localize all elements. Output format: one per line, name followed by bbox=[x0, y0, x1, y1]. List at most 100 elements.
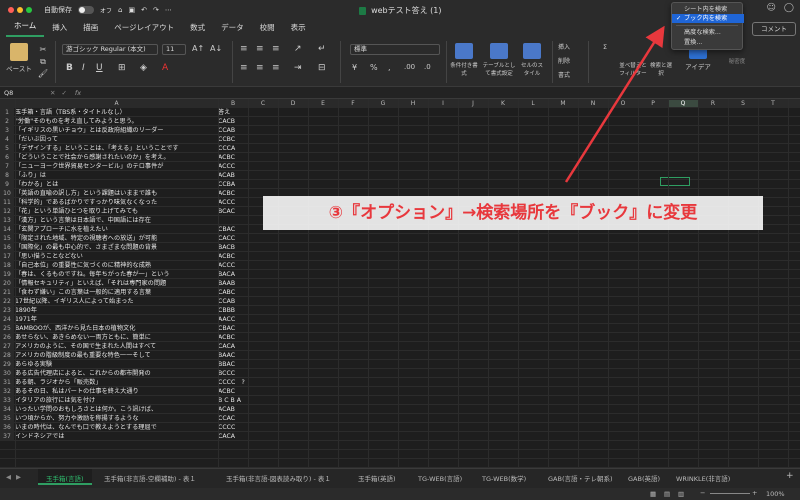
row-header[interactable]: 37 bbox=[0, 432, 14, 441]
zoom-out-icon[interactable]: − bbox=[700, 489, 705, 497]
cell-b[interactable]: BAAC bbox=[218, 351, 235, 360]
cell-b[interactable]: CCAC bbox=[218, 414, 235, 423]
cell-a[interactable]: ある広告代理店によると、これからの都市開発の bbox=[15, 369, 215, 378]
cut-icon[interactable]: ✂ bbox=[36, 45, 50, 54]
name-box[interactable]: Q8 bbox=[0, 89, 40, 97]
cell-b[interactable]: ACBC bbox=[218, 252, 235, 261]
cell-b[interactable]: ACAB bbox=[218, 171, 235, 180]
column-header-g[interactable]: G bbox=[368, 100, 398, 107]
column-header-d[interactable]: D bbox=[278, 100, 308, 107]
cell-b[interactable]: CCCC ? bbox=[218, 378, 245, 387]
cell-a[interactable]: イタリアの旅行には気を付け bbox=[15, 396, 215, 405]
cell-b[interactable]: BACB bbox=[218, 243, 235, 252]
save-icon[interactable]: ▣ bbox=[128, 6, 135, 14]
cell-a[interactable]: 17世紀以降、イギリス人によって始まった bbox=[15, 297, 215, 306]
cell-a[interactable]: 「漢方」という言葉は日本語で、中国語には存在 bbox=[15, 216, 215, 225]
menu-item-search-sheet[interactable]: シート内を検索 bbox=[672, 5, 744, 14]
row-header[interactable]: 25 bbox=[0, 324, 14, 333]
column-header-k[interactable]: K bbox=[488, 100, 518, 107]
cell-a[interactable]: いったい学問のおもしろさとは何か。こう訊けば、 bbox=[15, 405, 215, 414]
row-header[interactable]: 11 bbox=[0, 198, 14, 207]
cell-b[interactable]: BACA bbox=[218, 270, 235, 279]
spreadsheet-grid[interactable]: ABCDEFGHIJKLMNOPQRST 1 玉手箱・言語（TBS系・タイトルなし… bbox=[0, 99, 800, 468]
column-header-a[interactable]: A bbox=[15, 100, 218, 107]
cell-a[interactable]: 「だいぶ因って bbox=[15, 135, 215, 144]
cell-a[interactable]: 「デザインする」ということは、「考える」ということです bbox=[15, 144, 215, 153]
page-layout-view-icon[interactable]: ▤ bbox=[664, 490, 670, 498]
cell-a[interactable]: アメリカの階級制度の最も重要な特色一一そして bbox=[15, 351, 215, 360]
sheet-tab-8[interactable]: WRINKLE(非言語) bbox=[676, 473, 730, 483]
align-center-icon[interactable]: ≡ bbox=[256, 63, 264, 73]
cell-a[interactable]: 「ニューヨーク世界貿易センタービル」のテロ事件が bbox=[15, 162, 215, 171]
tab-view[interactable]: 表示 bbox=[283, 22, 314, 37]
column-header-i[interactable]: I bbox=[428, 100, 458, 107]
tab-review[interactable]: 校閲 bbox=[252, 22, 283, 37]
sheet-tab-1[interactable]: 玉手箱(非言語-空欄補助) - 表１ bbox=[104, 473, 196, 483]
account-icon[interactable]: ◯ bbox=[784, 3, 794, 13]
cell-b[interactable]: CBBB bbox=[218, 306, 235, 315]
page-break-view-icon[interactable]: ▥ bbox=[678, 490, 684, 498]
font-size-select[interactable]: 11 bbox=[162, 44, 186, 55]
cell-a[interactable]: あせらない、あきらめない一両方ともに、簡単に bbox=[15, 333, 215, 342]
add-sheet-icon[interactable]: + bbox=[786, 471, 794, 481]
row-header[interactable]: 5 bbox=[0, 144, 14, 153]
cell-b[interactable]: B C B A bbox=[218, 396, 241, 405]
column-header-h[interactable]: H bbox=[398, 100, 428, 107]
row-header[interactable]: 36 bbox=[0, 423, 14, 432]
row-header[interactable]: 20 bbox=[0, 279, 14, 288]
cell-a[interactable]: いまの時代は、なんでも口で教えようとする理屈で bbox=[15, 423, 215, 432]
format-cells-button[interactable]: 書式 bbox=[558, 70, 570, 79]
row-header[interactable]: 19 bbox=[0, 270, 14, 279]
row-header[interactable]: 31 bbox=[0, 378, 14, 387]
shrink-font-icon[interactable]: A↓ bbox=[210, 44, 222, 53]
cell-a[interactable]: アメリカのように、その国で生まれた人間はすべて bbox=[15, 342, 215, 351]
tab-draw[interactable]: 描画 bbox=[75, 22, 106, 37]
decrease-decimal-icon[interactable]: .0 bbox=[424, 63, 431, 71]
cell-b[interactable]: BBAC bbox=[218, 360, 235, 369]
cell-b[interactable]: CBAC bbox=[218, 225, 235, 234]
home-icon[interactable]: ⌂ bbox=[118, 6, 122, 14]
cell-a[interactable]: 「春は、くるものですね。毎年ちがった春が一」という bbox=[15, 270, 215, 279]
cell-b[interactable]: ACBC bbox=[218, 387, 235, 396]
row-header[interactable]: 30 bbox=[0, 369, 14, 378]
row-header[interactable]: 17 bbox=[0, 252, 14, 261]
cell-b[interactable]: ACCC bbox=[218, 261, 235, 270]
cell-a[interactable]: 「自己本位」の重要性に気づくのに精神的な成熟 bbox=[15, 261, 215, 270]
align-right-icon[interactable]: ≡ bbox=[272, 63, 280, 73]
row-header[interactable]: 10 bbox=[0, 189, 14, 198]
column-header-s[interactable]: S bbox=[728, 100, 758, 107]
menu-item-search-book[interactable]: ✓ ブック内を検索 bbox=[672, 14, 744, 23]
zoom-in-icon[interactable]: + bbox=[752, 489, 757, 497]
cell-a[interactable]: 「ふり」は bbox=[15, 171, 215, 180]
cell-b[interactable]: ACCC bbox=[218, 198, 235, 207]
row-header[interactable]: 22 bbox=[0, 297, 14, 306]
row-header[interactable]: 29 bbox=[0, 360, 14, 369]
row-header[interactable]: 3 bbox=[0, 126, 14, 135]
cell-a[interactable]: BAMBOOが、西洋から見た日本の植物文化 bbox=[15, 324, 215, 333]
cell-a[interactable]: 「限定された地域、特定の視聴者への放送」が可能 bbox=[15, 234, 215, 243]
prev-sheet-icon[interactable]: ◀ bbox=[6, 473, 11, 481]
column-header-t[interactable]: T bbox=[758, 100, 788, 107]
cell-a[interactable]: 「英語の直喩の訳し方」という課題はいままで誰も bbox=[15, 189, 215, 198]
align-top-icon[interactable]: ≡ bbox=[240, 44, 248, 54]
tab-page-layout[interactable]: ページレイアウト bbox=[106, 22, 182, 37]
column-header-q[interactable]: Q bbox=[668, 100, 698, 107]
cell-b[interactable]: CCBA bbox=[218, 180, 235, 189]
borders-icon[interactable]: ⊞ bbox=[118, 63, 126, 73]
cell-b[interactable]: CBAC bbox=[218, 324, 235, 333]
copy-icon[interactable]: ⧉ bbox=[36, 57, 50, 67]
row-header[interactable]: 23 bbox=[0, 306, 14, 315]
column-header-p[interactable]: P bbox=[638, 100, 668, 107]
cell-b[interactable]: CCBC bbox=[218, 135, 235, 144]
orientation-icon[interactable]: ↗ bbox=[294, 44, 302, 54]
italic-icon[interactable]: I bbox=[82, 63, 85, 73]
row-header[interactable]: 28 bbox=[0, 351, 14, 360]
cell-a[interactable]: あるその日、私はパートの仕事を終え大通り bbox=[15, 387, 215, 396]
row-header[interactable]: 16 bbox=[0, 243, 14, 252]
zoom-slider[interactable] bbox=[710, 493, 750, 494]
underline-icon[interactable]: U bbox=[96, 63, 103, 73]
cell-a[interactable]: いつ頃からか、努力や激励を称揚するような bbox=[15, 414, 215, 423]
row-header[interactable]: 33 bbox=[0, 396, 14, 405]
cell-a[interactable]: 1971年 bbox=[15, 315, 215, 324]
cell-style-button[interactable]: セルのスタイル bbox=[520, 43, 544, 77]
